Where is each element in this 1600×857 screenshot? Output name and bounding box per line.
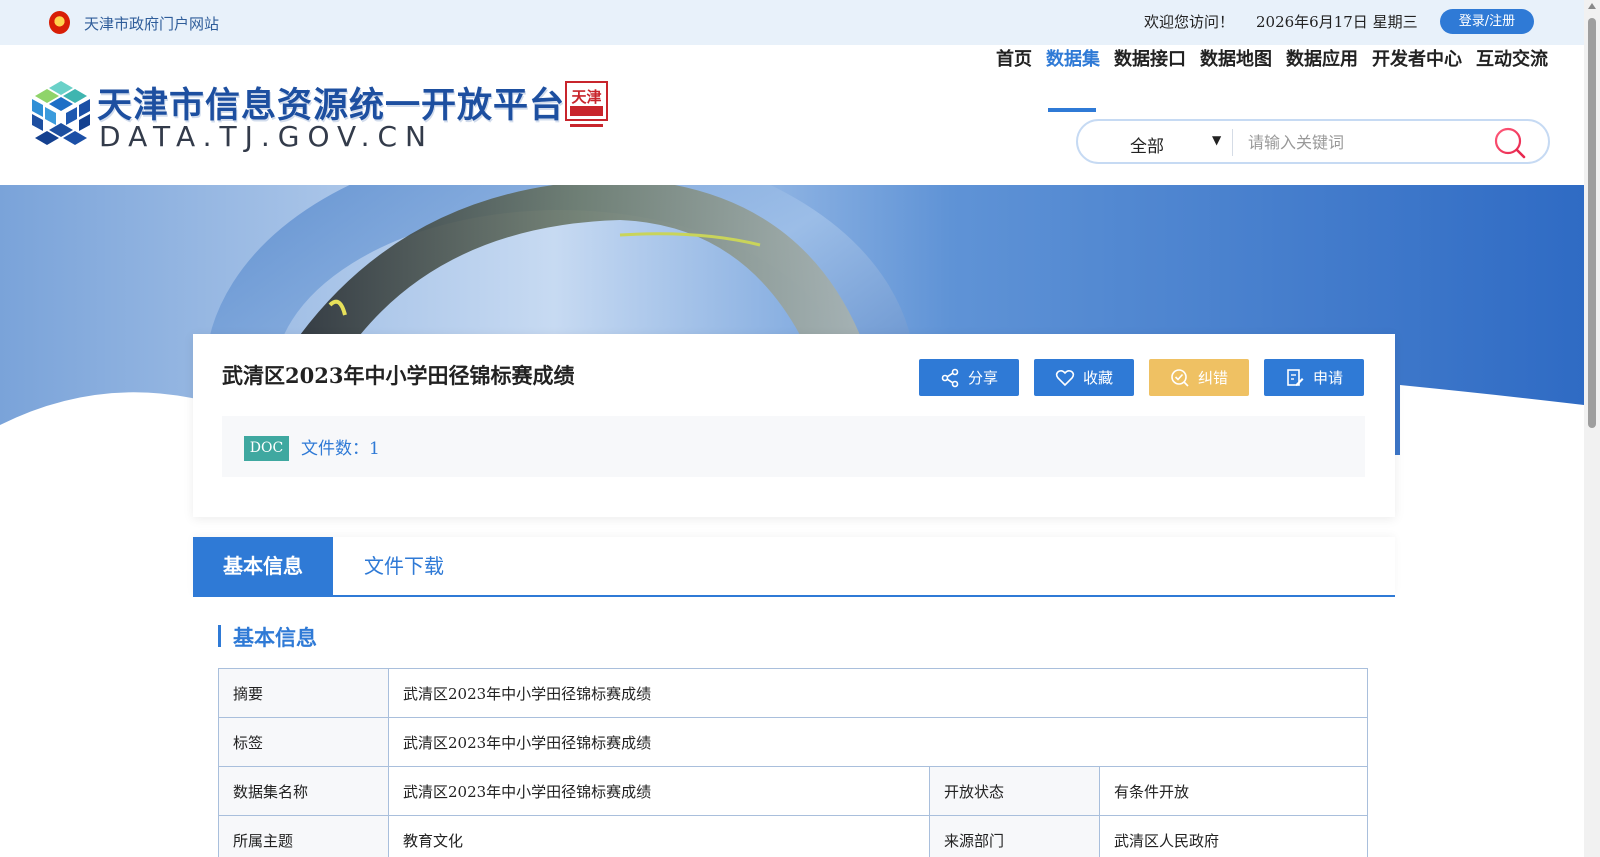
nav-data-api[interactable]: 数据接口 [1114,45,1186,71]
search-input[interactable] [1248,131,1498,153]
tab-basic-info[interactable]: 基本信息 [193,537,333,595]
tags-label: 标签 [218,717,389,767]
section-title: 基本信息 [233,626,317,650]
share-icon [941,368,959,387]
dataset-header-card: 武清区2023年中小学田径锦标赛成绩 分享 收藏 纠错 申请 DOC 文件数：1 [193,334,1395,517]
page-scrollbar[interactable] [1584,0,1600,857]
file-type-badge: DOC [244,436,289,461]
seal-text: 天津 [571,88,601,106]
logo-domain: DATA.TJ.GOV.CN [99,120,434,153]
nav-home[interactable]: 首页 [996,45,1032,71]
abstract-label: 摘要 [218,668,389,718]
scrollbar-thumb[interactable] [1588,18,1596,428]
search-icon[interactable] [1492,125,1528,161]
login-register-button[interactable]: 登录/注册 [1440,9,1534,34]
tianjin-seal-icon: 天津 [565,81,608,127]
table-row: 所属主题 教育文化 来源部门 武清区人民政府 [218,815,1368,857]
logo-cube-icon[interactable] [28,79,94,145]
scroll-up-icon[interactable] [1588,3,1596,9]
national-emblem-icon [49,11,70,34]
share-label: 分享 [967,369,998,387]
topic-label: 所属主题 [218,815,389,857]
topic-value: 教育文化 [388,815,930,857]
source-dept-value: 武清区人民政府 [1099,815,1368,857]
detail-tabs: 基本信息 文件下载 [193,537,1395,597]
top-bar: 天津市政府门户网站 欢迎您访问！ 2026年6月17日 星期三 登录/注册 [0,0,1584,45]
abstract-value: 武清区2023年中小学田径锦标赛成绩 [388,668,1368,718]
section-marker [218,625,221,647]
basic-info-section: 基本信息 摘要 武清区2023年中小学田径锦标赛成绩 标签 武清区2023年中小… [193,597,1395,857]
file-summary-panel: DOC 文件数：1 [222,416,1365,477]
tab-file-download[interactable]: 文件下载 [335,537,473,595]
welcome-text: 欢迎您访问！ [1144,13,1235,31]
dataset-name-label: 数据集名称 [218,766,389,816]
table-row: 数据集名称 武清区2023年中小学田径锦标赛成绩 开放状态 有条件开放 [218,766,1368,816]
tags-value: 武清区2023年中小学田径锦标赛成绩 [388,717,1368,767]
correct-error-label: 纠错 [1197,369,1228,387]
correct-error-button[interactable]: 纠错 [1149,359,1249,396]
gov-portal-link[interactable]: 天津市政府门户网站 [84,13,219,34]
table-row: 摘要 武清区2023年中小学田径锦标赛成绩 [218,668,1368,718]
search-bar: 全部 ▼ [1076,119,1550,164]
error-correct-icon [1171,368,1189,387]
dataset-title: 武清区2023年中小学田径锦标赛成绩 [222,363,575,388]
file-count[interactable]: 文件数：1 [301,434,380,459]
dataset-name-value: 武清区2023年中小学田径锦标赛成绩 [388,766,930,816]
share-button[interactable]: 分享 [919,359,1019,396]
nav-interaction[interactable]: 互动交流 [1476,45,1548,71]
chevron-down-icon[interactable]: ▼ [1212,133,1221,147]
nav-datasets[interactable]: 数据集 [1046,45,1100,71]
open-status-label: 开放状态 [929,766,1100,816]
table-row: 标签 武清区2023年中小学田径锦标赛成绩 [218,717,1368,767]
favorite-button[interactable]: 收藏 [1034,359,1134,396]
favorite-label: 收藏 [1082,369,1113,387]
search-scope-select[interactable]: 全部 [1130,132,1164,157]
nav-data-apps[interactable]: 数据应用 [1286,45,1358,71]
heart-icon [1055,369,1075,386]
apply-form-icon [1287,368,1304,386]
nav-developer-center[interactable]: 开发者中心 [1372,45,1462,71]
nav-data-map[interactable]: 数据地图 [1200,45,1272,71]
apply-label: 申请 [1312,369,1343,387]
current-date: 2026年6月17日 星期三 [1256,13,1418,31]
basic-info-table: 摘要 武清区2023年中小学田径锦标赛成绩 标签 武清区2023年中小学田径锦标… [218,668,1368,857]
site-header: 天津市信息资源统一开放平台 DATA.TJ.GOV.CN 天津 首页 数据集 数… [0,45,1584,185]
apply-button[interactable]: 申请 [1264,359,1364,396]
open-status-value: 有条件开放 [1099,766,1368,816]
search-divider [1232,129,1233,156]
nav-active-indicator [1048,108,1096,112]
source-dept-label: 来源部门 [929,815,1100,857]
